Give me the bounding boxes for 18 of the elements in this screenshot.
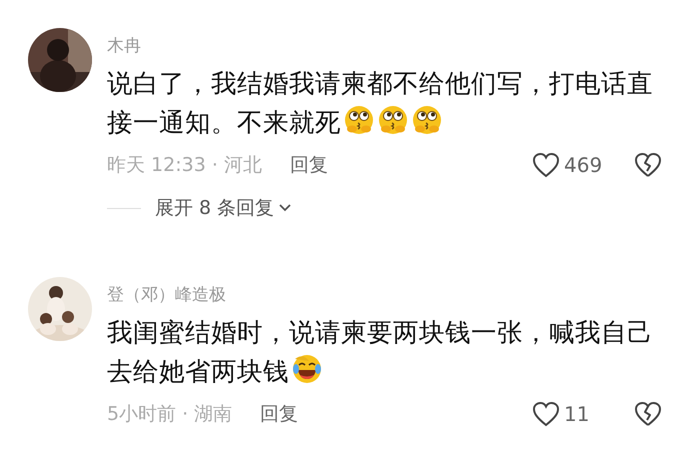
timestamp-location: 5小时前 · 湖南 bbox=[107, 402, 232, 427]
broken-heart-icon[interactable] bbox=[634, 152, 662, 178]
emoji-icon bbox=[343, 104, 375, 136]
emoji-icon bbox=[291, 353, 323, 385]
comment-text: 我闺蜜结婚时，说请柬要两块钱一张，喊我自己去给她省两块钱 bbox=[107, 317, 654, 389]
like-icon[interactable] bbox=[532, 152, 560, 178]
reply-button[interactable]: 回复 bbox=[260, 401, 298, 427]
like-count: 469 bbox=[564, 153, 604, 177]
timestamp-location: 昨天 12:33 · 河北 bbox=[107, 153, 262, 178]
broken-heart-icon[interactable] bbox=[634, 401, 662, 427]
like-count: 11 bbox=[564, 402, 590, 426]
emoji-icon bbox=[411, 104, 443, 136]
expand-replies-link[interactable]: 展开 8 条回复 bbox=[155, 195, 292, 221]
chevron-down-icon bbox=[279, 204, 292, 212]
reply-button[interactable]: 回复 bbox=[290, 152, 328, 178]
like-icon[interactable] bbox=[532, 401, 560, 427]
comment-text: 说白了，我结婚我请柬都不给他们写，打电话直接一通知。不来就死 bbox=[107, 68, 654, 140]
emoji-icon bbox=[377, 104, 409, 136]
